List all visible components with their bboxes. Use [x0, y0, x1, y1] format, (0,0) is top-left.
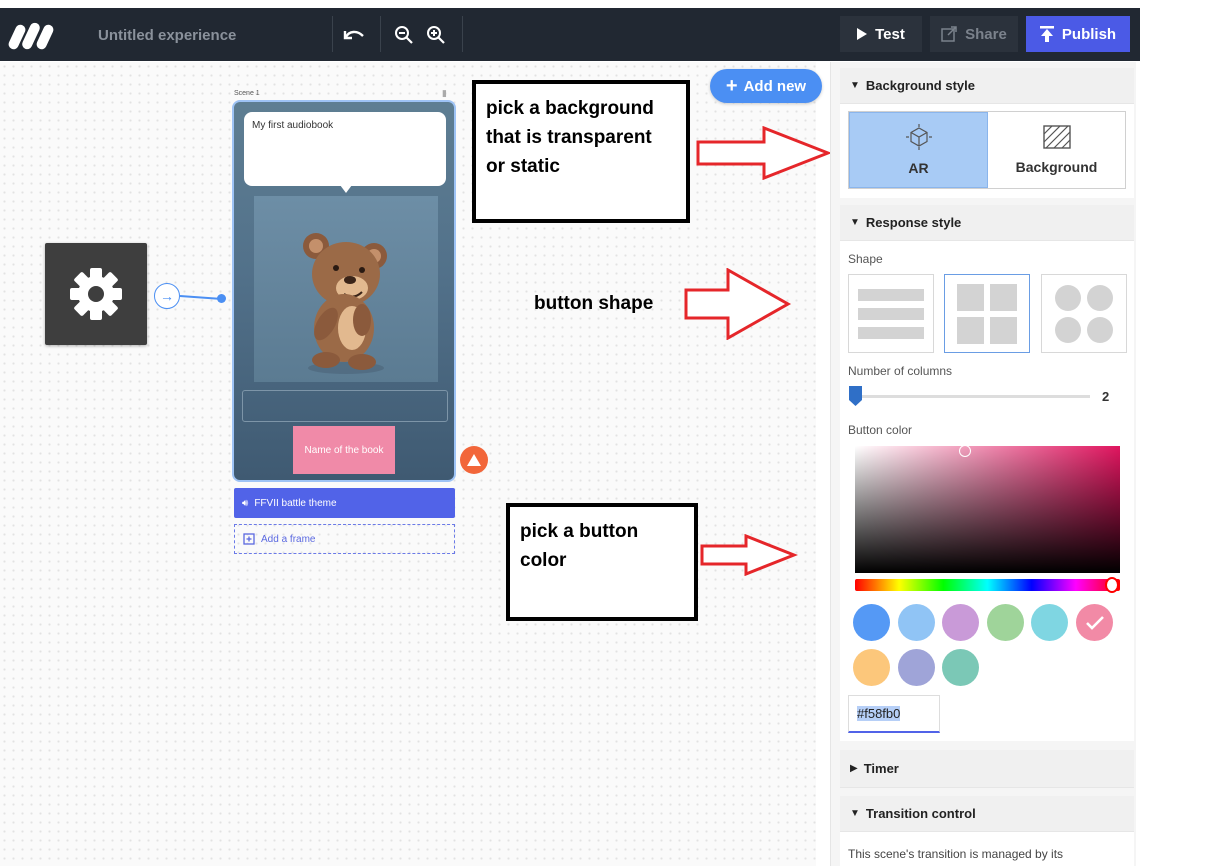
columns-slider-track[interactable] [856, 395, 1090, 398]
columns-value: 2 [1102, 389, 1110, 404]
shape-option-grid[interactable] [944, 274, 1030, 353]
section-title: Timer [863, 761, 899, 776]
answer-button[interactable]: Name of the book [293, 426, 395, 474]
hex-color-input[interactable]: #f58fb0 [848, 695, 940, 733]
section-title: Response style [865, 215, 962, 230]
test-button[interactable]: Test [840, 16, 922, 52]
color-swatch[interactable] [853, 604, 890, 641]
share-label: Share [965, 25, 1007, 43]
color-annotation: pick a button color [506, 503, 698, 621]
add-new-label: Add new [743, 77, 807, 95]
add-frame-button[interactable]: Add a frame [234, 524, 455, 554]
add-new-button[interactable]: + Add new [710, 69, 822, 103]
zoom-out-icon[interactable] [390, 22, 418, 48]
section-title: Transition control [865, 806, 976, 821]
test-label: Test [875, 25, 905, 43]
speaker-icon: 🔊︎ [242, 497, 249, 509]
color-swatch[interactable] [897, 649, 935, 686]
publish-button[interactable]: Publish [1026, 16, 1130, 52]
background-annotation: pick a background that is transparent or… [472, 80, 690, 223]
color-annotation-text: pick a button color [520, 521, 639, 571]
color-swatch[interactable] [986, 604, 1024, 641]
hex-color-value: #f58fb0 [857, 706, 901, 721]
experience-title[interactable]: Untitled experience [98, 27, 236, 44]
color-saturation-field[interactable] [855, 446, 1120, 573]
section-background-style[interactable]: ▼ Background style [840, 68, 1134, 104]
arrow-right-icon[interactable]: → [154, 283, 180, 309]
section-transition-control[interactable]: ▼ Transition control [840, 796, 1134, 832]
grid-squares-icon [957, 283, 1017, 344]
trash-icon[interactable]: ▮ [442, 88, 450, 98]
grid-circles-icon [1055, 284, 1113, 343]
undo-icon[interactable] [340, 22, 368, 48]
hue-slider[interactable] [855, 579, 1120, 591]
audio-label: FFVII battle theme [254, 497, 337, 509]
transition-description: This scene's transition is managed by it… [848, 847, 1064, 861]
caret-down-icon: ▼ [850, 80, 860, 91]
color-swatch[interactable] [897, 604, 935, 641]
add-frame-label: Add a frame [261, 533, 316, 545]
toolbar-divider [462, 16, 463, 52]
button-color-label: Button color [848, 423, 913, 437]
connector-dot[interactable] [217, 294, 226, 303]
ar-cube-icon [905, 124, 932, 150]
shape-option-circles[interactable] [1041, 274, 1127, 353]
zoom-in-icon[interactable] [422, 22, 450, 48]
response-input-box[interactable] [242, 390, 448, 422]
logo-icon[interactable] [8, 18, 60, 52]
arrow-right-icon [696, 126, 832, 180]
scene-card[interactable]: My first audiobook Name of the book [232, 100, 456, 482]
color-swatch[interactable] [853, 649, 890, 686]
background-option-label: Background [1015, 159, 1098, 175]
toolbar-divider [332, 16, 333, 52]
background-style-toggle: AR Background [848, 111, 1126, 189]
caret-right-icon: ▶ [850, 763, 858, 774]
play-icon [857, 28, 868, 40]
add-frame-icon [243, 533, 255, 545]
columns-slider-thumb[interactable] [849, 386, 862, 406]
color-swatch[interactable] [1031, 604, 1068, 641]
teddy-bear-icon [303, 233, 387, 374]
audio-track[interactable]: 🔊︎ FFVII battle theme [234, 488, 455, 518]
color-swatch[interactable] [1075, 604, 1113, 641]
shape-option-list[interactable] [848, 274, 934, 353]
bubble-text: My first audiobook [252, 120, 334, 131]
arrow-right-icon [684, 268, 792, 340]
hue-slider-thumb[interactable] [1105, 577, 1119, 593]
arrow-right-icon [700, 534, 798, 576]
section-title: Background style [865, 78, 975, 93]
shape-annotation: button shape [534, 293, 654, 314]
section-timer[interactable]: ▶ Timer [840, 750, 1134, 788]
color-swatch[interactable] [942, 604, 979, 641]
background-option[interactable]: Background [988, 112, 1125, 188]
color-picker-cursor[interactable] [959, 445, 971, 457]
scene-label: Scene 1 [234, 90, 260, 97]
color-swatch[interactable] [942, 649, 979, 686]
bubble-tail [340, 185, 352, 193]
plus-icon: + [725, 75, 738, 97]
ar-option[interactable]: AR [849, 112, 988, 188]
caret-down-icon: ▼ [850, 808, 860, 819]
section-response-style[interactable]: ▼ Response style [840, 205, 1134, 241]
warning-icon[interactable] [460, 446, 488, 474]
shape-label: Shape [848, 252, 883, 266]
ar-option-label: AR [908, 160, 929, 176]
start-node[interactable] [45, 243, 147, 345]
toolbar-divider [380, 16, 381, 52]
gear-icon [70, 268, 122, 320]
list-rows-icon [858, 288, 924, 339]
background-pattern-icon [1042, 125, 1071, 149]
publish-label: Publish [1061, 25, 1117, 43]
scene-image[interactable] [254, 196, 438, 382]
share-button[interactable]: Share [930, 16, 1018, 52]
top-bar: Untitled experience Test Share Publish [0, 0, 1220, 62]
caret-down-icon: ▼ [850, 217, 860, 228]
share-icon [941, 26, 957, 42]
checkmark-icon [1085, 616, 1104, 630]
columns-label: Number of columns [848, 364, 953, 378]
answer-button-label: Name of the book [304, 444, 384, 456]
speech-bubble[interactable]: My first audiobook [244, 112, 446, 186]
upload-icon [1039, 26, 1054, 42]
background-annotation-text: pick a background that is transparent or… [486, 98, 654, 177]
